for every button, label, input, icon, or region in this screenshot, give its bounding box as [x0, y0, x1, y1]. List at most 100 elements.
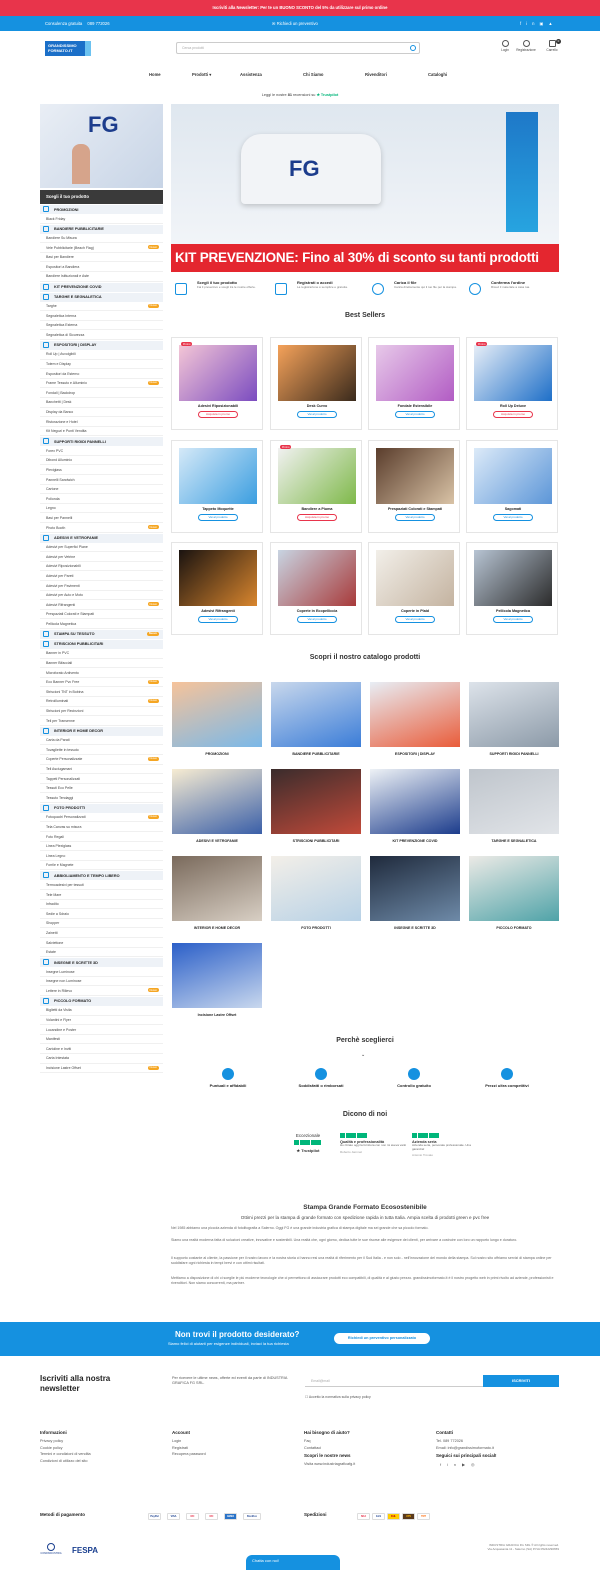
- sidebar-item[interactable]: Forex PVC: [40, 446, 163, 456]
- sidebar-item[interactable]: Striscioni per Recinzioni: [40, 707, 163, 717]
- footer-link[interactable]: Cookie policy: [40, 1446, 160, 1450]
- catalog-image[interactable]: [172, 856, 262, 921]
- sidebar-item[interactable]: Adesivi per Pareti: [40, 571, 163, 581]
- product-image[interactable]: [278, 345, 356, 401]
- sidebar-category[interactable]: PROMOZIONI: [40, 205, 163, 214]
- social-links[interactable]: fin▣▲: [520, 16, 558, 31]
- sidebar-item[interactable]: Adesivi per Superfici Piane: [40, 543, 163, 553]
- sidebar-item[interactable]: Zainetti: [40, 928, 163, 938]
- search-input[interactable]: Cerca prodotti: [176, 42, 420, 54]
- sidebar-category[interactable]: SUPPORTI RIGIDI PANNELLI: [40, 437, 163, 447]
- sidebar-category[interactable]: STAMPA SU TESSUTO Nuovo: [40, 629, 163, 639]
- footer-link[interactable]: Termini e condizioni di vendita: [40, 1452, 160, 1456]
- product-card[interactable]: Prespaziati Colorati e Stampati Vai al pr…: [368, 440, 460, 533]
- sidebar-category[interactable]: FOTO PRODOTTI: [40, 803, 163, 813]
- product-card[interactable]: Sagomati Vai al prodotto: [466, 440, 558, 533]
- product-image[interactable]: [179, 550, 257, 606]
- trustpilot-summary[interactable]: Eccezionale ★ Trustpilot: [273, 1133, 343, 1153]
- product-image[interactable]: [179, 345, 257, 401]
- sidebar-category[interactable]: BANDIERE PUBBLICITARIE: [40, 224, 163, 234]
- footer-link[interactable]: Contattaci: [304, 1446, 424, 1450]
- product-button[interactable]: Vai al prodotto: [395, 616, 435, 623]
- footer-phone[interactable]: Tel. 089 772026: [436, 1439, 556, 1443]
- sidebar-category[interactable]: TARGHE E SEGNALETICA: [40, 292, 163, 302]
- product-image[interactable]: [376, 345, 454, 401]
- product-button[interactable]: Vai al prodotto: [493, 514, 533, 521]
- nav-products[interactable]: Prodotti ▾: [192, 72, 211, 77]
- sidebar-item[interactable]: Legno: [40, 504, 163, 514]
- newsletter-email-input[interactable]: Email@mail: [305, 1375, 483, 1387]
- catalog-tile[interactable]: PROMOZIONI: [172, 682, 262, 764]
- sidebar-item[interactable]: Dibond Alluminio: [40, 456, 163, 466]
- sidebar-item[interactable]: Adesivi Riposizionabili: [40, 562, 163, 572]
- home-icon[interactable]: ▲: [548, 21, 557, 26]
- product-button[interactable]: Acquista in promo: [198, 411, 238, 418]
- sidebar-item[interactable]: Black Friday: [40, 214, 163, 224]
- sidebar-item[interactable]: Carta Intestata: [40, 1054, 163, 1064]
- sidebar-item[interactable]: Locandine e Poster: [40, 1025, 163, 1035]
- sidebar-item[interactable]: Fotoquadri Personalizzati Nuovo: [40, 813, 163, 823]
- sidebar-item[interactable]: Pannelli Sandwich: [40, 475, 163, 485]
- sidebar-item[interactable]: Tessuto Tendaggi: [40, 793, 163, 803]
- sidebar-item[interactable]: Roll Up | Avvolgibili: [40, 350, 163, 360]
- sidebar-item[interactable]: Incisione Lastre Offset Nuovo: [40, 1064, 163, 1074]
- sidebar-item[interactable]: Cartone: [40, 485, 163, 495]
- trustpilot-line[interactable]: Leggi le nostre 81 recensioni su ★ Trust…: [0, 92, 600, 97]
- search-icon[interactable]: [410, 45, 416, 51]
- review-card[interactable]: Qualità e professionalità Ho ritirato og…: [340, 1133, 410, 1154]
- register-button[interactable]: Registrazione: [516, 40, 536, 52]
- hero-banner[interactable]: FG KIT PREVENZIONE: Fino al 30% di scont…: [171, 104, 559, 272]
- catalog-tile[interactable]: PICCOLO FORMATO: [469, 856, 559, 938]
- chat-button[interactable]: Chatta con noi!: [246, 1555, 340, 1570]
- sidebar-item[interactable]: Carta da Parati: [40, 736, 163, 746]
- sidebar-item[interactable]: Ristorazione e Hotel: [40, 417, 163, 427]
- sidebar-header[interactable]: Scegli il tuo prodotto: [40, 190, 163, 204]
- catalog-tile[interactable]: ADESIVI E VETROFANIE: [172, 769, 262, 851]
- sidebar-item[interactable]: Adesivi per Vetrine: [40, 552, 163, 562]
- sidebar-item[interactable]: Linea Plexiglass: [40, 842, 163, 852]
- youtube-icon[interactable]: ▶: [462, 1463, 471, 1467]
- sidebar-item[interactable]: Microforato Antivento: [40, 668, 163, 678]
- sidebar-item[interactable]: Insegne non Luminose: [40, 977, 163, 987]
- sidebar-item[interactable]: Foto Regali: [40, 832, 163, 842]
- product-card[interactable]: Promo Roll Up Deluxe Acquista in promo: [466, 337, 558, 430]
- newsletter-subscribe-button[interactable]: ISCRIVITI: [483, 1375, 559, 1387]
- catalog-image[interactable]: [370, 682, 460, 747]
- sidebar-item[interactable]: Manifesti: [40, 1035, 163, 1045]
- catalog-image[interactable]: [271, 856, 361, 921]
- nav-catalogs[interactable]: Cataloghi: [428, 72, 447, 77]
- catalog-tile[interactable]: BANDIERE PUBBLICITARIE: [271, 682, 361, 764]
- footer-link[interactable]: Registrati: [172, 1446, 292, 1450]
- product-image[interactable]: [278, 550, 356, 606]
- catalog-image[interactable]: [172, 769, 262, 834]
- product-image[interactable]: [278, 448, 356, 504]
- sidebar-item[interactable]: Kit Negozi e Punti Vendita: [40, 427, 163, 437]
- sidebar-item[interactable]: Striscioni TNT in Bobina: [40, 687, 163, 697]
- product-card[interactable]: Desk Curvo Vai al prodotto: [270, 337, 362, 430]
- footer-link[interactable]: Login: [172, 1439, 292, 1443]
- sidebar-item[interactable]: Adesivi per Auto e Moto: [40, 591, 163, 601]
- product-card[interactable]: Coperte in Plaid Vai al prodotto: [368, 542, 460, 635]
- sidebar-item[interactable]: Eco Banner Pvc Free Nuovo: [40, 678, 163, 688]
- sidebar-item[interactable]: Teli per Transenne: [40, 716, 163, 726]
- sidebar-item[interactable]: Tappeti Personalizzati: [40, 774, 163, 784]
- footer-link[interactable]: Privacy policy: [40, 1439, 160, 1443]
- product-card[interactable]: Pellicola Magnetica Vai al prodotto: [466, 542, 558, 635]
- nav-home[interactable]: Home: [149, 72, 161, 77]
- catalog-image[interactable]: [469, 682, 559, 747]
- product-button[interactable]: Vai al prodotto: [395, 514, 435, 521]
- sidebar-item[interactable]: Bandiere Su Misura: [40, 234, 163, 244]
- catalog-tile[interactable]: INTERIOR E HOME DECOR: [172, 856, 262, 938]
- custom-quote-button[interactable]: Richiedi un preventivo personalizzato: [334, 1333, 430, 1344]
- site-logo[interactable]: GRANDISSIMO FORMATO.IT: [45, 41, 91, 56]
- sidebar-item[interactable]: Forrile e Magnete: [40, 861, 163, 871]
- sidebar-item[interactable]: Pellicola Magnetica: [40, 619, 163, 629]
- product-image[interactable]: [474, 550, 552, 606]
- product-button[interactable]: Vai al prodotto: [198, 514, 238, 521]
- product-card[interactable]: Promo Bandiere a Piuma Acquista in promo: [270, 440, 362, 533]
- sidebar-item[interactable]: Cartoline e Inviti: [40, 1044, 163, 1054]
- product-button[interactable]: Acquista in promo: [297, 514, 337, 521]
- sidebar-item[interactable]: Bandiere Istituzionali e Aste: [40, 272, 163, 282]
- sidebar-item[interactable]: Plexiglass: [40, 465, 163, 476]
- product-image[interactable]: [474, 345, 552, 401]
